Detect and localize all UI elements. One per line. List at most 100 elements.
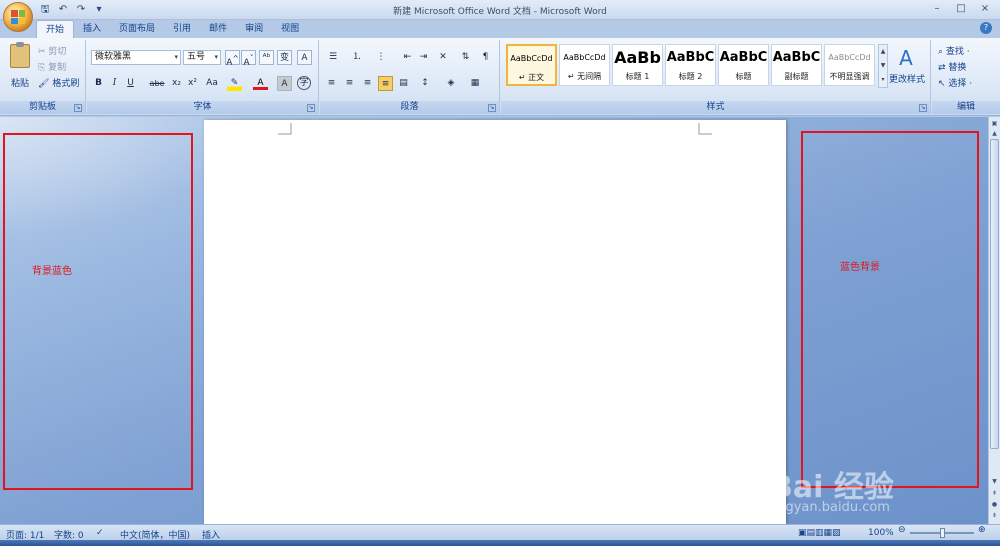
style-name: 副标题: [784, 72, 809, 81]
highlight-icon[interactable]: ✎: [227, 76, 242, 91]
grow-font-button[interactable]: A^: [225, 50, 240, 68]
style-item[interactable]: AaBb 标题 1: [612, 44, 663, 86]
italic-button[interactable]: I: [107, 76, 122, 91]
shrink-font-button[interactable]: Aˇ: [241, 50, 256, 68]
close-button[interactable]: ×: [974, 2, 996, 16]
clear-format-icon[interactable]: ᴬᵇ: [259, 50, 274, 65]
zoom-in-icon[interactable]: ⊕: [978, 525, 986, 535]
tab-page-layout[interactable]: 页面布局: [110, 20, 164, 38]
tab-references[interactable]: 引用: [164, 20, 200, 38]
bullets-icon[interactable]: ☰: [324, 50, 342, 65]
distributed-icon[interactable]: ▤: [396, 76, 411, 91]
tab-mailings[interactable]: 邮件: [200, 20, 236, 38]
tab-home[interactable]: 开始: [36, 20, 75, 38]
title-bar: 新建 Microsoft Office Word 文档 - Microsoft …: [0, 0, 1000, 20]
asian-layout-icon[interactable]: ✕: [434, 50, 452, 65]
scroll-down-icon[interactable]: ▼: [990, 477, 999, 486]
style-preview: AaBbC: [719, 50, 768, 65]
align-right-icon[interactable]: ≡: [360, 76, 375, 91]
tab-review[interactable]: 审阅: [236, 20, 272, 38]
font-launcher-icon[interactable]: ↘: [307, 104, 315, 112]
shading-icon[interactable]: ◈: [442, 76, 460, 91]
ribbon-tabs: 开始 插入 页面布局 引用 邮件 审阅 视图: [36, 20, 308, 38]
line-spacing-icon[interactable]: ↕: [416, 76, 434, 91]
show-marks-icon[interactable]: ¶: [478, 50, 493, 65]
phonetic-guide-icon[interactable]: 变: [277, 50, 292, 65]
format-painter-label: 格式刷: [52, 79, 80, 89]
zoom-knob[interactable]: [940, 528, 945, 538]
scroll-thumb[interactable]: [990, 139, 999, 449]
gallery-scroll[interactable]: ▲ ▼ ▾: [878, 44, 888, 88]
numbering-icon[interactable]: ⒈: [348, 50, 366, 65]
style-item[interactable]: AaBbC 标题 2: [665, 44, 716, 86]
next-page-icon[interactable]: ⇟: [990, 511, 999, 520]
align-left-icon[interactable]: ≡: [324, 76, 339, 91]
document-page[interactable]: [204, 120, 786, 524]
sort-icon[interactable]: ⇅: [458, 50, 473, 65]
tab-view[interactable]: 视图: [272, 20, 308, 38]
style-item[interactable]: AaBbCcDd ↵ 无间隔: [559, 44, 610, 86]
clipboard-launcher-icon[interactable]: ↘: [74, 104, 82, 112]
superscript-button[interactable]: x²: [185, 76, 200, 91]
vertical-scrollbar[interactable]: ▣ ▲ ▼ ⇞ ● ⇟: [988, 117, 1000, 524]
bold-button[interactable]: B: [91, 76, 106, 91]
style-preview: AaBbCcDd: [510, 54, 553, 63]
scroll-up-icon[interactable]: ▲: [990, 129, 999, 138]
copy-button[interactable]: ⎘ 复制: [38, 60, 79, 73]
font-size-value: 五号: [187, 52, 206, 62]
annotation-left-text: 背景蓝色: [32, 266, 72, 277]
select-button[interactable]: ↖ 选择 ·: [938, 76, 972, 89]
subscript-button[interactable]: x₂: [169, 76, 184, 91]
justify-icon[interactable]: ≡: [378, 76, 393, 91]
minimize-button[interactable]: –: [926, 2, 948, 16]
redo-icon[interactable]: ↷: [74, 3, 88, 16]
char-shading-icon[interactable]: A: [277, 76, 292, 91]
undo-icon[interactable]: ↶: [56, 3, 70, 16]
font-color-icon[interactable]: A: [253, 76, 268, 90]
zoom-level[interactable]: 100%: [868, 528, 894, 538]
change-styles-label[interactable]: 更改样式: [887, 72, 927, 85]
zoom-slider[interactable]: ⊖ ⊕: [898, 525, 988, 538]
style-item[interactable]: AaBbC 副标题: [771, 44, 822, 86]
chevron-down-icon: ▾: [174, 53, 178, 61]
office-button[interactable]: [3, 2, 33, 32]
customize-qat-icon[interactable]: ▾: [92, 3, 106, 16]
borders-icon[interactable]: ▦: [466, 76, 484, 91]
save-icon[interactable]: 🖫: [38, 3, 52, 16]
style-item[interactable]: AaBbCcDd ↵ 正文: [506, 44, 557, 86]
spell-check-icon[interactable]: ✓: [96, 528, 104, 538]
enclose-char-icon[interactable]: 字: [297, 76, 311, 90]
find-button[interactable]: ⌕ 查找 ·: [938, 44, 970, 57]
office-logo-icon: [11, 10, 25, 24]
ruler-toggle-icon[interactable]: ▣: [990, 119, 999, 128]
help-icon[interactable]: ?: [980, 22, 992, 34]
prev-page-icon[interactable]: ⇞: [990, 489, 999, 498]
cut-button[interactable]: ✂ 剪切: [38, 44, 79, 57]
underline-button[interactable]: U: [123, 76, 138, 91]
tab-insert[interactable]: 插入: [74, 20, 110, 38]
styles-gallery: AaBbCcDd ↵ 正文 AaBbCcDd ↵ 无间隔 AaBb 标题 1 AaBbC 标题…: [506, 44, 876, 88]
browse-object-icon[interactable]: ●: [990, 500, 999, 509]
format-painter-button[interactable]: 🖌 格式刷: [38, 76, 79, 89]
editing-group-label: 编辑: [932, 101, 1000, 114]
font-name-select[interactable]: 微软雅黑 ▾: [91, 50, 181, 65]
align-center-icon[interactable]: ≡: [342, 76, 357, 91]
paste-button[interactable]: 粘贴: [8, 42, 32, 96]
char-border-icon[interactable]: A: [297, 50, 312, 65]
multilevel-list-icon[interactable]: ⋮: [372, 50, 390, 65]
style-name: 标题 2: [678, 72, 703, 81]
maximize-button[interactable]: □: [950, 2, 972, 16]
view-buttons[interactable]: ▣▤▥▦▧: [798, 528, 841, 538]
strikethrough-button[interactable]: abe: [147, 76, 167, 91]
style-item[interactable]: AaBbC 标题: [718, 44, 769, 86]
change-styles-icon[interactable]: A: [891, 44, 921, 72]
font-size-select[interactable]: 五号 ▾: [183, 50, 221, 65]
zoom-out-icon[interactable]: ⊖: [898, 525, 906, 535]
style-item[interactable]: AaBbCcDd 不明显强调: [824, 44, 875, 86]
increase-indent-icon[interactable]: ⇥: [416, 50, 431, 65]
decrease-indent-icon[interactable]: ⇤: [400, 50, 415, 65]
styles-launcher-icon[interactable]: ↘: [919, 104, 927, 112]
replace-button[interactable]: ⇄ 替换: [938, 60, 966, 73]
change-case-button[interactable]: Aa: [203, 76, 221, 91]
paragraph-launcher-icon[interactable]: ↘: [488, 104, 496, 112]
